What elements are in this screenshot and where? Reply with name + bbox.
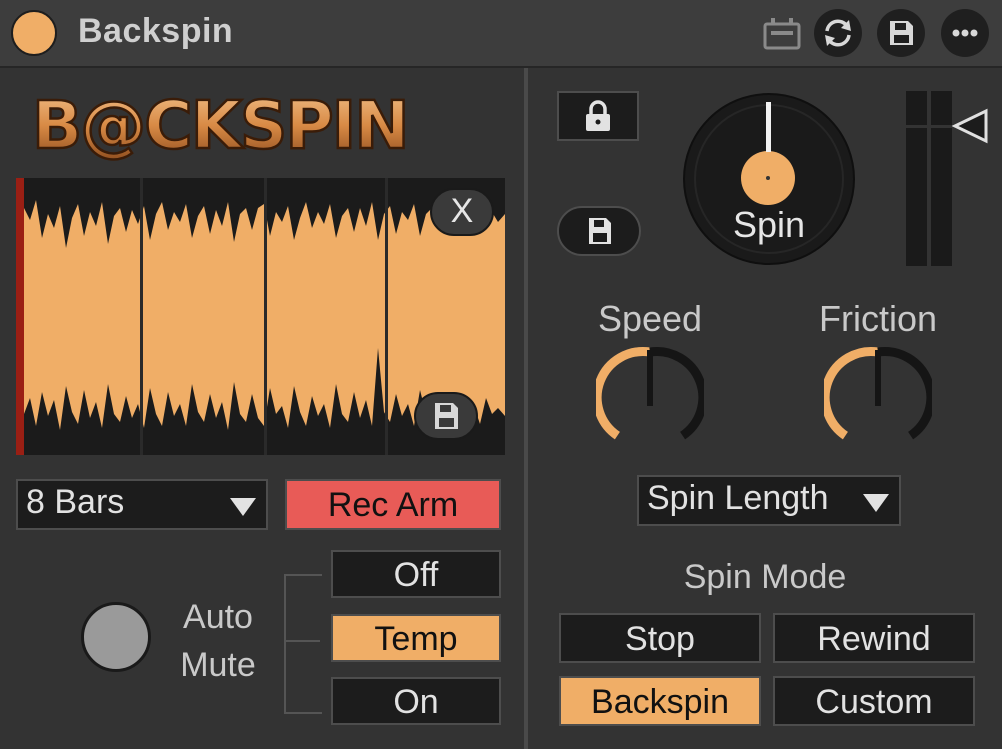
backspin-logo: B@CKSPIN <box>28 86 498 171</box>
lock-button[interactable] <box>557 91 639 141</box>
bars-dropdown-value: 8 Bars <box>26 483 125 521</box>
auto-mute-label-1: Auto <box>183 598 253 636</box>
spin-length-value: Spin Length <box>647 479 829 517</box>
chevron-down-icon <box>863 494 889 512</box>
title-bar: Backspin <box>0 0 1002 68</box>
spin-mode-rewind-button[interactable]: Rewind <box>773 613 975 663</box>
spin-mode-backspin-button[interactable]: Backspin <box>559 676 761 726</box>
lock-icon <box>586 100 610 131</box>
spin-mode-stop-button[interactable]: Stop <box>559 613 761 663</box>
chevron-down-icon <box>230 498 256 516</box>
auto-mute-label-2: Mute <box>180 646 256 684</box>
auto-mute-temp-button[interactable]: Temp <box>331 614 501 662</box>
speed-knob[interactable] <box>592 344 708 452</box>
hot-swap-icon[interactable] <box>814 9 862 57</box>
spin-platter[interactable]: Spin <box>682 92 856 266</box>
power-icon[interactable] <box>11 10 57 56</box>
friction-label: Friction <box>818 298 938 339</box>
device-title: Backspin <box>78 12 234 50</box>
auto-mute-toggle[interactable] <box>81 602 151 672</box>
friction-knob[interactable] <box>820 344 936 452</box>
spin-mode-custom-button[interactable]: Custom <box>773 676 975 726</box>
midi-map-icon[interactable] <box>762 15 802 53</box>
auto-mute-on-button[interactable]: On <box>331 677 501 725</box>
save-waveform-button[interactable] <box>414 392 478 440</box>
speed-label: Speed <box>597 298 703 339</box>
rec-arm-button[interactable]: Rec Arm <box>285 479 501 530</box>
panel-divider <box>524 68 528 749</box>
bars-dropdown[interactable]: 8 Bars <box>16 479 268 530</box>
spin-mode-label: Spin Mode <box>683 558 847 596</box>
save-icon[interactable] <box>877 9 925 57</box>
spin-label: Spin <box>732 204 806 245</box>
auto-mute-bracket-mid <box>284 640 320 642</box>
device: Backspin B@CKSPIN X 8 Bars Rec Arm Auto … <box>0 0 1002 749</box>
save-preset-button[interactable] <box>557 206 641 256</box>
clear-button[interactable]: X <box>430 188 494 236</box>
more-icon[interactable] <box>941 9 989 57</box>
save-icon <box>435 403 458 429</box>
auto-mute-bracket <box>284 574 322 714</box>
output-meter <box>906 91 952 266</box>
save-icon <box>589 218 611 244</box>
svg-text:B@CKSPIN: B@CKSPIN <box>32 87 408 164</box>
auto-mute-off-button[interactable]: Off <box>331 550 501 598</box>
meter-threshold-icon[interactable] <box>951 108 990 144</box>
spin-length-dropdown[interactable]: Spin Length <box>637 475 901 526</box>
waveform-display[interactable]: X <box>16 178 505 455</box>
